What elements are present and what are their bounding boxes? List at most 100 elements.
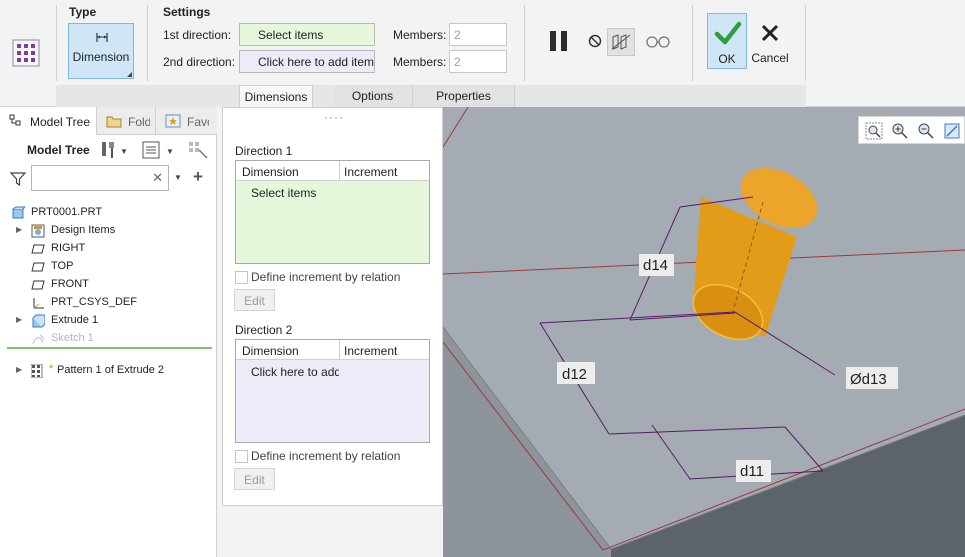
panel-drag-handle-icon[interactable]: ···· <box>324 110 344 124</box>
column-separator <box>339 161 340 181</box>
direction1-edit-button[interactable]: Edit <box>234 289 275 311</box>
datum-plane-icon <box>31 280 45 290</box>
first-direction-collector[interactable]: Select items <box>239 23 375 46</box>
ribbon-separator <box>56 5 57 81</box>
refit-icon[interactable] <box>943 122 961 140</box>
tab-options[interactable]: Options <box>333 85 413 107</box>
direction2-header: Dimension Increment <box>236 340 429 360</box>
direction2-col-dimension: Dimension <box>242 344 299 358</box>
graphics-viewport[interactable]: d14 d12 Ød13 d11 <box>443 107 965 557</box>
zoom-out-icon[interactable] <box>917 122 935 140</box>
ok-button[interactable]: OK <box>707 13 747 69</box>
tree-item[interactable]: TOP <box>0 258 210 276</box>
tab-dimensions[interactable]: Dimensions <box>239 85 313 107</box>
model-tree-icon <box>9 114 21 126</box>
tree-item[interactable]: Sketch 1 <box>0 330 210 348</box>
direction1-col-increment: Increment <box>344 165 398 179</box>
close-icon <box>761 24 779 42</box>
dimension-icon <box>96 33 108 42</box>
tree-item-label: Design Items <box>51 224 116 236</box>
show-settings-icon[interactable] <box>142 141 160 159</box>
view-toolbar <box>858 116 965 144</box>
settings-group-title: Settings <box>163 5 211 19</box>
ok-label: OK <box>718 52 736 66</box>
ribbon-separator <box>524 5 525 81</box>
direction1-header: Dimension Increment <box>236 161 429 181</box>
tree-item[interactable]: FRONT <box>0 276 210 294</box>
dim-d14[interactable]: d14 <box>639 254 674 276</box>
model-scene[interactable]: d14 d12 Ød13 d11 <box>443 107 965 557</box>
tab-folder-browser[interactable]: Folder Browser <box>98 107 156 135</box>
verify-button[interactable] <box>643 26 673 56</box>
tools-dropdown-icon[interactable]: ▼ <box>120 147 128 156</box>
preview-pattern-button[interactable] <box>607 28 635 56</box>
first-direction-label: 1st direction: <box>163 28 232 42</box>
direction2-placeholder[interactable]: Click here to add item <box>251 365 339 379</box>
cancel-button[interactable]: Cancel <box>750 13 790 69</box>
checkmark-icon <box>714 21 742 45</box>
datum-plane-icon <box>31 262 45 272</box>
direction1-placeholder[interactable]: Select items <box>251 186 339 200</box>
dim-d12[interactable]: d12 <box>557 362 595 384</box>
tree-item-label: PRT0001.PRT <box>31 206 103 218</box>
filter-icon[interactable] <box>10 171 26 187</box>
model-tree-title: Model Tree <box>27 143 90 157</box>
members-label-2: Members: <box>393 55 447 69</box>
dimensions-panel: ···· Direction 1 Dimension Increment Sel… <box>222 107 443 506</box>
tree-item-label: Extrude 1 <box>51 314 99 326</box>
type-group-title: Type <box>69 5 97 19</box>
dim-label: d12 <box>562 366 587 383</box>
zoom-in-icon[interactable] <box>891 122 909 140</box>
expand-arrow-icon[interactable]: ▶ <box>16 315 22 324</box>
preview-pattern-icon <box>611 34 631 50</box>
dim-d11[interactable]: d11 <box>736 460 771 482</box>
add-filter-icon[interactable]: + <box>193 167 203 187</box>
expand-arrow-icon[interactable]: ▶ <box>16 365 22 374</box>
tab-favorites-label: Favorites <box>187 115 209 129</box>
tab-favorites[interactable]: Favorites <box>157 107 217 135</box>
second-direction-collector[interactable]: Click here to add item <box>239 50 375 73</box>
direction2-relation-checkbox[interactable] <box>235 450 248 463</box>
no-geometry-check-button[interactable] <box>580 26 610 56</box>
dim-d13[interactable]: Ød13 <box>846 367 898 389</box>
ribbon-separator <box>805 5 806 81</box>
direction2-col-increment: Increment <box>344 344 398 358</box>
direction2-table[interactable]: Dimension Increment Click here to add it… <box>235 339 430 443</box>
direction1-col-dimension: Dimension <box>242 165 299 179</box>
direction2-edit-button[interactable]: Edit <box>234 468 275 490</box>
direction1-table[interactable]: Dimension Increment Select items <box>235 160 430 264</box>
tree-item-label: FRONT <box>51 278 89 290</box>
tree-item[interactable]: ▶ Extrude 1 <box>0 312 210 330</box>
direction1-relation-checkbox[interactable] <box>235 271 248 284</box>
tree-item[interactable]: RIGHT <box>0 240 210 258</box>
search-dropdown-icon[interactable]: ▼ <box>174 173 182 182</box>
model-tree-panel: Model Tree Folder Browser Favorites Mode… <box>0 107 217 557</box>
part-icon <box>12 206 25 219</box>
tree-item-label: Sketch 1 <box>51 332 94 344</box>
dim-label: d14 <box>643 257 668 274</box>
tab-model-tree-label: Model Tree <box>30 115 91 129</box>
csys-icon <box>33 298 44 309</box>
clear-search-icon[interactable]: ✕ <box>152 170 163 186</box>
tree-search-input[interactable]: ✕ <box>31 165 169 191</box>
tree-item[interactable]: ▶ Design Items <box>0 222 210 240</box>
tools-icon[interactable] <box>100 140 118 160</box>
suppressed-filter-icon[interactable] <box>187 140 209 160</box>
members-input-1[interactable]: 2 <box>449 23 507 46</box>
expand-arrow-icon[interactable]: ▶ <box>16 225 22 234</box>
tree-item[interactable]: PRT0001.PRT <box>0 204 190 222</box>
zoom-area-icon[interactable] <box>865 122 883 140</box>
tree-item[interactable]: PRT_CSYS_DEF <box>0 294 210 312</box>
dimension-type-button[interactable]: Dimension <box>68 23 134 79</box>
tab-model-tree[interactable]: Model Tree <box>0 107 97 135</box>
settings-dropdown-icon[interactable]: ▼ <box>166 147 174 156</box>
tree-item[interactable]: ▶ * Pattern 1 of Extrude 2 <box>0 362 210 380</box>
tab-folder-label: Folder Browser <box>128 115 150 129</box>
tab-properties[interactable]: Properties <box>413 85 515 107</box>
favorites-icon <box>165 114 181 128</box>
pattern-grid-icon[interactable] <box>11 38 41 68</box>
pause-button[interactable] <box>544 26 574 56</box>
tree-item-label: PRT_CSYS_DEF <box>51 296 137 308</box>
direction1-title: Direction 1 <box>235 144 293 158</box>
members-input-2[interactable]: 2 <box>449 50 507 73</box>
